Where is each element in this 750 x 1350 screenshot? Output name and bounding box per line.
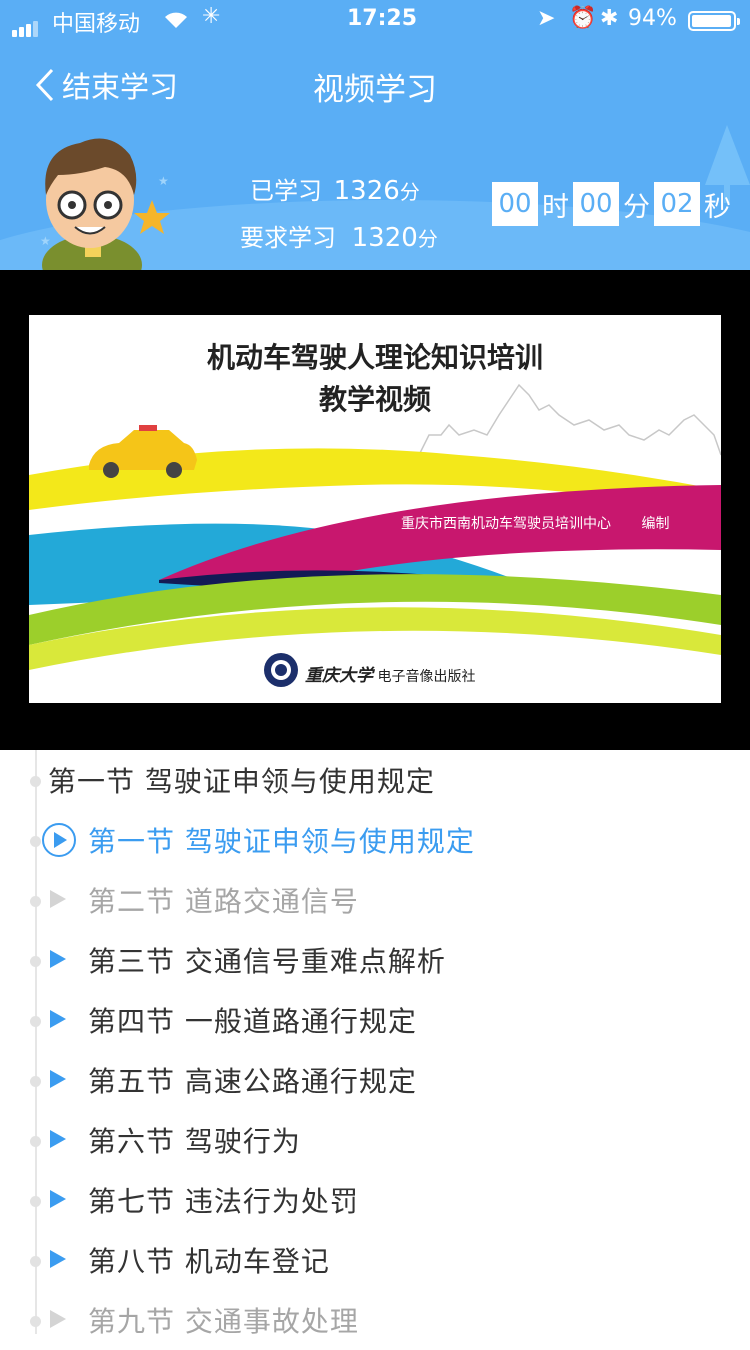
carrier-label: 中国移动: [52, 12, 141, 37]
play-triangle-icon: [50, 1130, 66, 1148]
learned-value: 1326: [333, 176, 400, 206]
lesson-item-9[interactable]: 第九节 交通事故处理: [0, 1290, 750, 1350]
lesson-label: 第三节 交通信号重难点解析: [88, 945, 446, 978]
required-label: 要求学习: [240, 224, 336, 252]
play-triangle-icon: [50, 890, 66, 908]
lesson-item-4[interactable]: 第四节 一般道路通行规定: [0, 990, 750, 1050]
learned-label: 已学习: [250, 177, 322, 205]
timer-seconds: 02: [654, 182, 700, 226]
lesson-label: 第七节 违法行为处罚: [88, 1185, 359, 1218]
slide-organization: 重庆市西南机动车驾驶员培训中心 编制: [401, 513, 669, 533]
play-triangle-icon: [50, 1250, 66, 1268]
nav-bar: 结束学习 视频学习: [0, 50, 750, 120]
lesson-label: 第九节 交通事故处理: [88, 1305, 359, 1338]
video-title-slide: 机动车驾驶人理论知识培训 教学视频 重庆市西南机动车驾驶员培训中心 编制 重庆大…: [29, 315, 721, 703]
timeline-dot: [30, 1016, 41, 1027]
alarm-icon: ⏰: [569, 6, 597, 31]
chapter-title: 第一节 驾驶证申领与使用规定: [48, 765, 435, 798]
study-progress-info: 已学习 1326分 要求学习 1320分: [240, 168, 438, 262]
header: 中国移动 ✳ 17:25 ➤ ⏰ ✱ 94% 结束学习 视频学习 ★ ★ 已学习…: [0, 0, 750, 270]
signal-icon: [12, 12, 40, 37]
video-player[interactable]: 机动车驾驶人理论知识培训 教学视频 重庆市西南机动车驾驶员培训中心 编制 重庆大…: [0, 270, 750, 750]
slide-org-suffix: 编制: [641, 516, 670, 532]
cartoon-avatar: ★ ★: [40, 138, 170, 270]
status-bar: 中国移动 ✳ 17:25 ➤ ⏰ ✱ 94%: [0, 0, 750, 40]
play-triangle-icon: [50, 1010, 66, 1028]
lesson-item-3[interactable]: 第三节 交通信号重难点解析: [0, 930, 750, 990]
required-value: 1320: [351, 223, 418, 253]
timer-seconds-unit: 秒: [704, 191, 731, 223]
timer-hours-unit: 时: [542, 191, 569, 223]
loading-spinner-icon: ✳: [202, 4, 221, 29]
bluetooth-icon: ✱: [600, 6, 619, 31]
lesson-label: 第二节 道路交通信号: [88, 885, 359, 918]
battery-icon: [688, 11, 740, 31]
svg-text:★: ★: [40, 234, 51, 248]
timeline-dot: [30, 1196, 41, 1207]
timeline-dot: [30, 836, 41, 847]
lesson-label: 第六节 驾驶行为: [88, 1125, 301, 1158]
svg-text:★: ★: [158, 174, 169, 188]
chapter-header: 第一节 驾驶证申领与使用规定: [0, 750, 750, 810]
playing-circle-icon: [42, 823, 76, 857]
learned-unit: 分: [399, 180, 420, 204]
timeline-dot: [30, 896, 41, 907]
timeline-dot: [30, 1136, 41, 1147]
play-triangle-icon: [50, 1310, 66, 1328]
slide-title-line1: 机动车驾驶人理论知识培训: [206, 341, 543, 374]
study-timer: 00 时 00 分 02 秒: [492, 182, 735, 226]
lesson-item-6[interactable]: 第六节 驾驶行为: [0, 1110, 750, 1170]
lesson-label: 第一节 驾驶证申领与使用规定: [88, 825, 475, 858]
timeline-dot: [30, 1256, 41, 1267]
timer-hours: 00: [492, 182, 538, 226]
timeline-dot: [30, 956, 41, 967]
timeline-dot: [30, 776, 41, 787]
wifi-icon: [165, 12, 187, 28]
slide-title-line2: 教学视频: [318, 383, 431, 416]
slide-publisher: 重庆大学 电子音像出版社: [305, 661, 475, 686]
lesson-label: 第八节 机动车登记: [88, 1245, 330, 1278]
play-triangle-icon: [50, 1070, 66, 1088]
lesson-label: 第五节 高速公路通行规定: [88, 1065, 417, 1098]
slide-title: 机动车驾驶人理论知识培训 教学视频: [29, 337, 721, 421]
page-title: 视频学习: [313, 72, 437, 108]
clock-time: 17:25: [347, 6, 418, 31]
battery-percent: 94%: [628, 6, 677, 31]
lesson-item-1[interactable]: 第一节 驾驶证申领与使用规定: [0, 810, 750, 870]
lesson-item-8[interactable]: 第八节 机动车登记: [0, 1230, 750, 1290]
lesson-item-2[interactable]: 第二节 道路交通信号: [0, 870, 750, 930]
lesson-item-5[interactable]: 第五节 高速公路通行规定: [0, 1050, 750, 1110]
publisher-logo-text: 重庆大学: [305, 666, 373, 686]
publisher-name: 电子音像出版社: [377, 669, 476, 685]
lesson-item-7[interactable]: 第七节 违法行为处罚: [0, 1170, 750, 1230]
play-triangle-icon: [50, 1190, 66, 1208]
timer-minutes: 00: [573, 182, 619, 226]
slide-org-name: 重庆市西南机动车驾驶员培训中心: [401, 516, 611, 532]
lesson-list: 第一节 驾驶证申领与使用规定 第一节 驾驶证申领与使用规定 第二节 道路交通信号…: [0, 750, 750, 1338]
required-unit: 分: [417, 227, 438, 251]
timeline-dot: [30, 1316, 41, 1327]
timeline-dot: [30, 1076, 41, 1087]
timer-minutes-unit: 分: [623, 191, 650, 223]
play-triangle-icon: [50, 950, 66, 968]
location-arrow-icon: ➤: [537, 6, 556, 31]
lesson-label: 第四节 一般道路通行规定: [88, 1005, 417, 1038]
